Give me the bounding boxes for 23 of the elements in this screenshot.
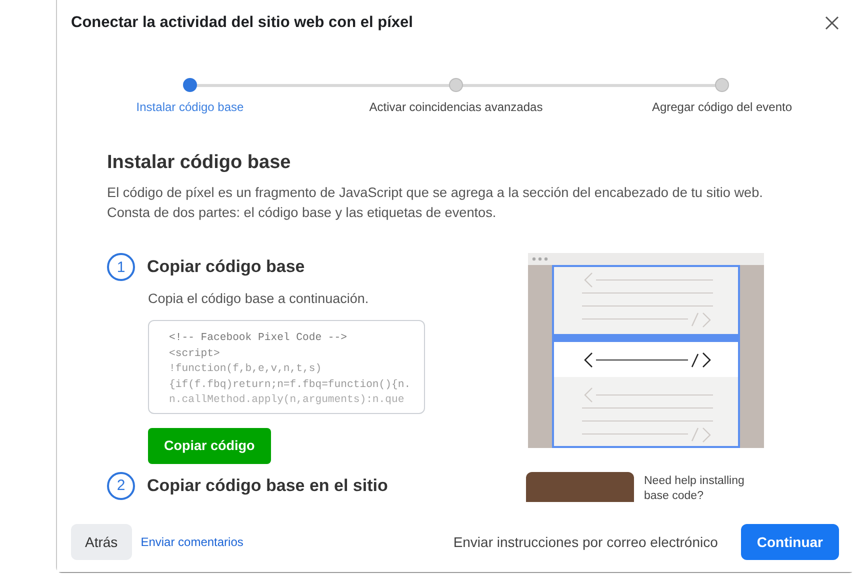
step-dot[interactable] xyxy=(183,78,197,92)
email-instructions-link[interactable]: Enviar instrucciones por correo electrónico xyxy=(453,534,718,550)
code-box[interactable]: <!-- Facebook Pixel Code --> <script> !function(f,b,e,v,n,t,s) {if(f.fbq)return;n=f.fbq=function(){n. n.callMethod.apply(n,arguments):n.que xyxy=(148,320,425,414)
step-number: 2 xyxy=(107,472,135,500)
section-description: El código de píxel es un fragmento de JavaScript que se agrega a la sección del encabezado de tu sitio web. Consta de dos partes: el código base y las etiquetas de eventos. xyxy=(107,184,764,222)
video-thumbnail[interactable] xyxy=(526,472,634,502)
step-label[interactable]: Instalar código base xyxy=(136,100,244,114)
step-text: Copia el código base a continuación. xyxy=(148,291,370,306)
back-button[interactable]: Atrás xyxy=(71,524,132,560)
continue-button[interactable]: Continuar xyxy=(740,524,839,560)
close-icon[interactable] xyxy=(823,14,841,32)
step-dot[interactable] xyxy=(715,78,729,92)
step-label[interactable]: Activar coincidencias avanzadas xyxy=(369,100,543,114)
feedback-link[interactable]: Enviar comentarios xyxy=(140,535,244,549)
section-heading: Instalar código base xyxy=(107,152,292,174)
step-title: Copiar código base en el sitio xyxy=(147,476,388,496)
step-title: Copiar código base xyxy=(147,257,305,277)
step-dot[interactable] xyxy=(449,78,463,92)
copy-code-button[interactable]: Copiar código xyxy=(148,428,271,464)
dialog-title: Conectar la actividad del sitio web con el píxel xyxy=(71,14,413,32)
video-caption: Need help installing base code? xyxy=(644,474,746,504)
step-label[interactable]: Agregar código del evento xyxy=(652,100,792,114)
step-number: 1 xyxy=(107,253,135,281)
